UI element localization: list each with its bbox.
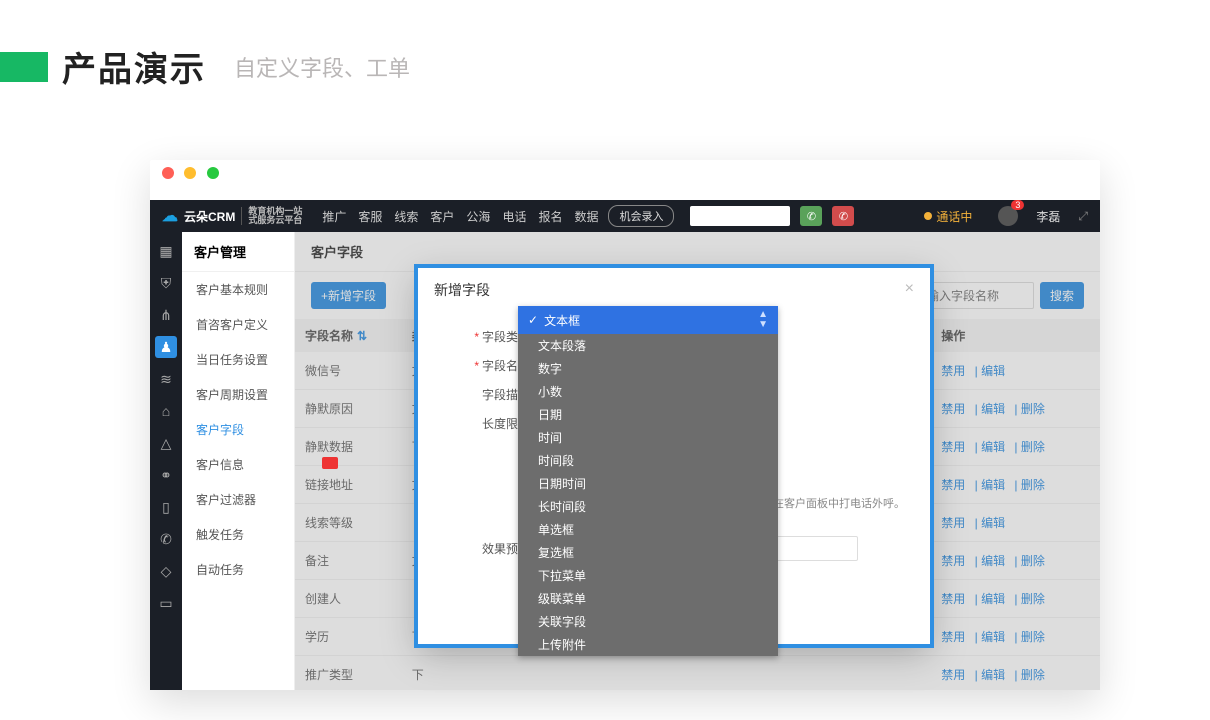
record-button[interactable]: 机会录入 [608, 205, 674, 227]
dropdown-selected[interactable]: ✓ 文本框 ▲▼ [518, 306, 778, 334]
nav-item[interactable]: 电话 [502, 208, 526, 225]
dropdown-option[interactable]: 上传附件 [518, 633, 778, 656]
sidebar-item-active[interactable]: 客户字段 [182, 412, 294, 447]
dropdown-option[interactable]: 日期时间 [518, 472, 778, 495]
rail-home-icon[interactable]: ⌂ [155, 400, 177, 422]
close-dot[interactable] [162, 167, 174, 179]
stepper-icon: ▲▼ [758, 310, 768, 330]
call-status: 通话中 [924, 208, 972, 225]
dropdown-selected-label: 文本框 [544, 312, 580, 329]
browser-window: ☁ 云朵CRM 教育机构一站式服务云平台 推广 客服 线索 客户 公海 电话 报… [150, 160, 1100, 690]
sidebar-item[interactable]: 客户信息 [182, 447, 294, 482]
sidebar: 客户管理 客户基本规则 首咨客户定义 当日任务设置 客户周期设置 客户字段 客户… [182, 232, 295, 690]
dropdown-option[interactable]: 文本段落 [518, 334, 778, 357]
rail-doc-icon[interactable]: ▯ [155, 496, 177, 518]
sidebar-head: 客户管理 [182, 232, 294, 272]
sidebar-item[interactable]: 客户基本规则 [182, 272, 294, 307]
username[interactable]: 李磊 [1036, 208, 1060, 225]
red-tag-icon [322, 457, 338, 469]
dropdown-option[interactable]: 下拉菜单 [518, 564, 778, 587]
expand-icon[interactable]: ⤢ [1078, 209, 1088, 224]
sidebar-item[interactable]: 首咨客户定义 [182, 307, 294, 342]
avatar[interactable]: 3 [998, 206, 1018, 226]
nav-item[interactable]: 数据 [574, 208, 598, 225]
notif-badge: 3 [1011, 200, 1024, 210]
sidebar-item[interactable]: 客户过滤器 [182, 482, 294, 517]
sidebar-item[interactable]: 触发任务 [182, 517, 294, 552]
dropdown-option[interactable]: 关联字段 [518, 610, 778, 633]
sidebar-item[interactable]: 客户周期设置 [182, 377, 294, 412]
check-icon: ✓ [528, 313, 538, 327]
sidebar-item[interactable]: 当日任务设置 [182, 342, 294, 377]
dropdown-option[interactable]: 时间段 [518, 449, 778, 472]
brand-name: 云朵CRM [184, 208, 235, 225]
nav-item[interactable]: 线索 [394, 208, 418, 225]
sidebar-item[interactable]: 自动任务 [182, 552, 294, 587]
rail-card-icon[interactable]: ▭ [155, 592, 177, 614]
dropdown-option[interactable]: 数字 [518, 357, 778, 380]
rail-phone-icon[interactable]: ✆ [155, 528, 177, 550]
dropdown-option[interactable]: 复选框 [518, 541, 778, 564]
dropdown-option[interactable]: 长时间段 [518, 495, 778, 518]
rail-stats-icon[interactable]: ⋔ [155, 304, 177, 326]
close-icon[interactable]: × [905, 280, 914, 298]
call-hangup-button[interactable]: ✆ [832, 206, 854, 226]
nav-item[interactable]: 公海 [466, 208, 490, 225]
app-header: ☁ 云朵CRM 教育机构一站式服务云平台 推广 客服 线索 客户 公海 电话 报… [150, 200, 1100, 232]
nav-item[interactable]: 报名 [538, 208, 562, 225]
rail-people-icon[interactable]: ⚭ [155, 464, 177, 486]
rail-user-icon[interactable]: ♟ [155, 336, 177, 358]
rail-layers-icon[interactable]: ≋ [155, 368, 177, 390]
rail-shield-icon[interactable]: ⛨ [155, 272, 177, 294]
dropdown-option[interactable]: 小数 [518, 380, 778, 403]
maximize-dot[interactable] [207, 167, 219, 179]
minimize-dot[interactable] [184, 167, 196, 179]
rail-apps-icon[interactable]: ▦ [155, 240, 177, 262]
window-titlebar [150, 160, 1100, 200]
cloud-icon: ☁ [162, 206, 178, 226]
field-type-dropdown[interactable]: ✓ 文本框 ▲▼ 文本段落数字小数日期时间时间段日期时间长时间段单选框复选框下拉… [518, 306, 778, 656]
modal-title: 新增字段 [434, 282, 490, 298]
call-status-label: 通话中 [936, 208, 972, 225]
slide-title: 产品演示 [62, 42, 206, 91]
call-accept-button[interactable]: ✆ [800, 206, 822, 226]
nav-item[interactable]: 推广 [322, 208, 346, 225]
status-dot-icon [924, 212, 932, 220]
nav-item[interactable]: 客服 [358, 208, 382, 225]
rail-tag-icon[interactable]: ◇ [155, 560, 177, 582]
brand-sub: 教育机构一站式服务云平台 [241, 207, 302, 225]
brand-logo[interactable]: ☁ 云朵CRM 教育机构一站式服务云平台 [162, 206, 302, 226]
icon-rail: ▦ ⛨ ⋔ ♟ ≋ ⌂ △ ⚭ ▯ ✆ ◇ ▭ [150, 232, 182, 690]
header-search-input[interactable] [690, 206, 790, 226]
slide-subtitle: 自定义字段、工单 [234, 51, 410, 83]
nav-item[interactable]: 客户 [430, 208, 454, 225]
accent-block [0, 52, 48, 82]
top-nav: 推广 客服 线索 客户 公海 电话 报名 数据 [322, 208, 598, 225]
dropdown-option[interactable]: 级联菜单 [518, 587, 778, 610]
dropdown-option[interactable]: 时间 [518, 426, 778, 449]
dropdown-option[interactable]: 日期 [518, 403, 778, 426]
dropdown-option[interactable]: 单选框 [518, 518, 778, 541]
rail-delta-icon[interactable]: △ [155, 432, 177, 454]
